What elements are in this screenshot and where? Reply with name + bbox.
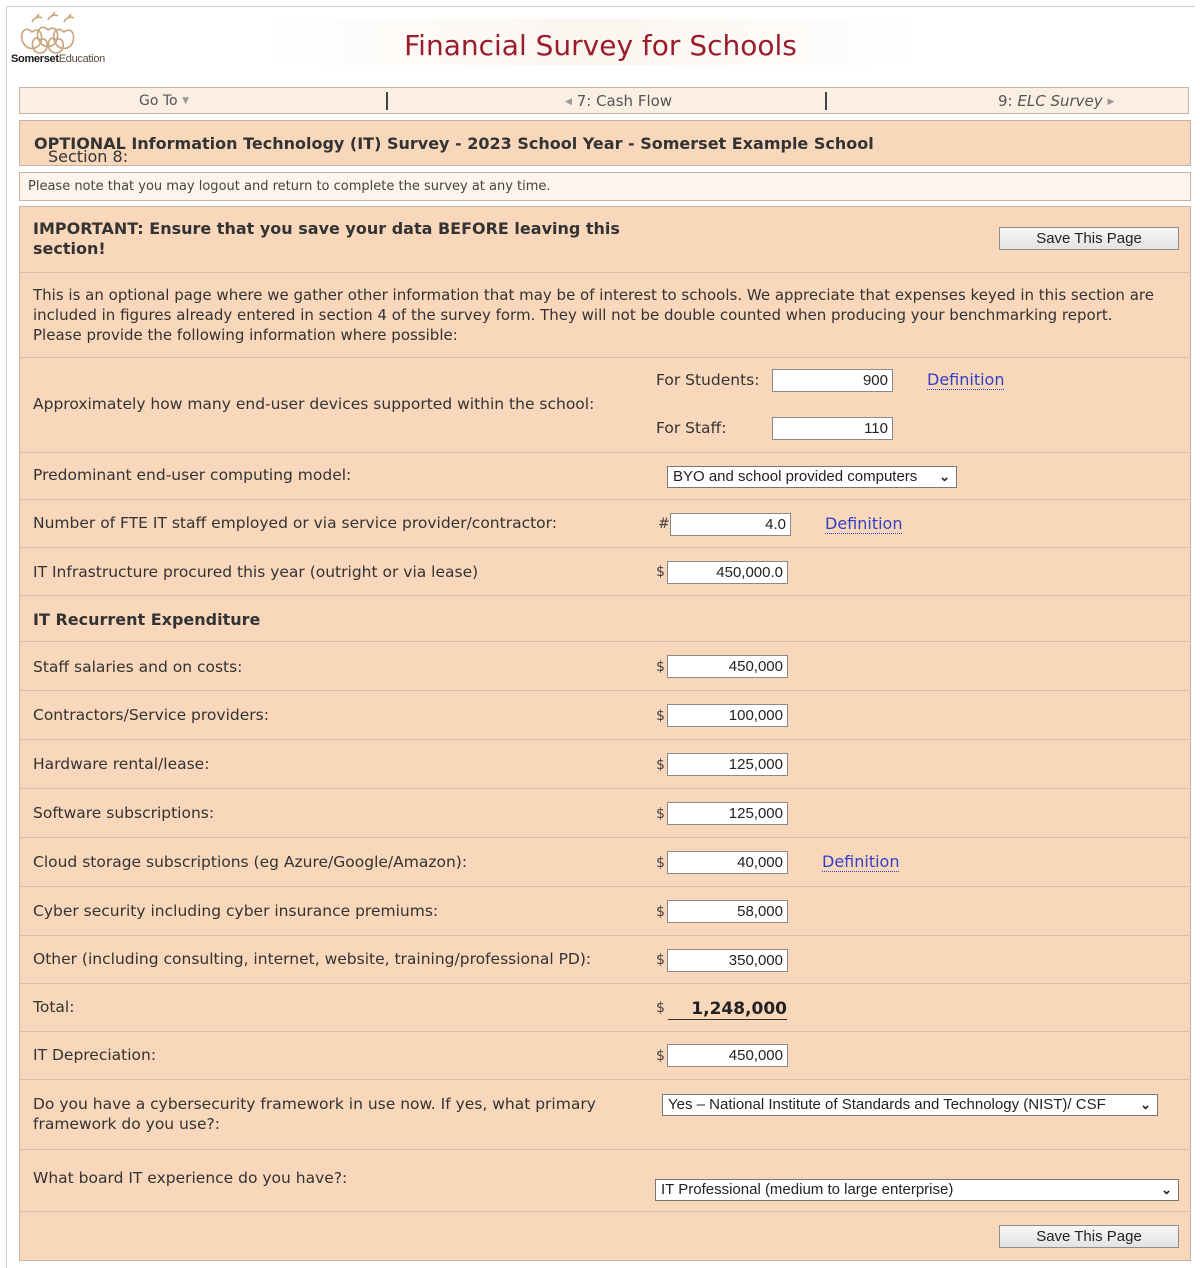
students-label: For Students: [656, 371, 760, 389]
right-arrow-icon: ▶ [1107, 97, 1115, 107]
important-notice: IMPORTANT: Ensure that you save your dat… [33, 219, 620, 258]
logout-note: Please note that you may logout and retu… [19, 172, 1191, 201]
row-divider [19, 272, 1191, 273]
software-subscriptions-input[interactable]: 125,000 [667, 802, 788, 825]
staff-salaries-input[interactable]: 450,000 [667, 655, 788, 678]
cyber-security-input[interactable]: 58,000 [667, 900, 788, 923]
dollar-prefix: $ [656, 708, 665, 724]
prev-section-link[interactable]: ◀ 7: Cash Flow [565, 92, 672, 110]
infrastructure-label: IT Infrastructure procured this year (ou… [33, 563, 479, 581]
left-arrow-icon: ◀ [565, 97, 572, 107]
row-divider [19, 499, 1191, 500]
nav-divider [825, 92, 827, 110]
fte-label: Number of FTE IT staff employed or via s… [33, 514, 557, 532]
save-button-bottom[interactable]: Save This Page [999, 1225, 1179, 1248]
goto-menu[interactable]: Go To ▼ [139, 93, 189, 109]
expense-label: Software subscriptions: [33, 804, 215, 822]
row-divider [19, 1211, 1191, 1212]
depreciation-label: IT Depreciation: [33, 1046, 157, 1064]
row-divider [19, 983, 1191, 984]
chevron-down-icon: ⌄ [939, 469, 950, 484]
infrastructure-input[interactable]: 450,000.0 [667, 561, 788, 584]
cloud-definition-link[interactable]: Definition [822, 853, 900, 872]
row-divider [19, 739, 1191, 740]
contractors-input[interactable]: 100,000 [667, 704, 788, 727]
framework-select[interactable]: Yes – National Institute of Standards an… [662, 1094, 1158, 1116]
hash-prefix: # [658, 516, 670, 532]
nav-divider [386, 92, 388, 110]
expense-label: Other (including consulting, internet, w… [33, 950, 592, 968]
next-section-link[interactable]: 9: ELC Survey ▶ [998, 92, 1114, 110]
board-label: What board IT experience do you have?: [33, 1169, 348, 1187]
section-prefix: Section 8: [48, 147, 129, 166]
dollar-prefix: $ [656, 1048, 665, 1064]
total-label: Total: [33, 998, 75, 1016]
chevron-down-icon: ⌄ [1140, 1097, 1151, 1112]
dollar-prefix: $ [656, 904, 665, 920]
row-divider [19, 1149, 1191, 1150]
expense-label: Cyber security including cyber insurance… [33, 902, 439, 920]
row-divider [19, 641, 1191, 642]
fte-definition-link[interactable]: Definition [825, 515, 903, 534]
expense-label: Contractors/Service providers: [33, 706, 269, 724]
staff-label: For Staff: [656, 419, 727, 437]
cloud-storage-input[interactable]: 40,000 [667, 851, 788, 874]
dropdown-arrow-icon: ▼ [182, 96, 189, 106]
dollar-prefix: $ [656, 952, 665, 968]
row-divider [19, 935, 1191, 936]
dollar-prefix: $ [656, 855, 665, 871]
students-devices-input[interactable]: 900 [772, 369, 893, 392]
board-experience-select[interactable]: IT Professional (medium to large enterpr… [655, 1179, 1179, 1201]
row-divider [19, 595, 1191, 596]
expense-label: Hardware rental/lease: [33, 755, 210, 773]
row-divider [19, 357, 1191, 358]
dollar-prefix: $ [656, 1000, 665, 1016]
row-divider [19, 886, 1191, 887]
dollar-prefix: $ [656, 659, 665, 675]
row-divider [19, 837, 1191, 838]
header: SomersetEducation Financial Survey for S… [7, 7, 1194, 71]
devices-label: Approximately how many end-user devices … [33, 395, 595, 413]
other-expenses-input[interactable]: 350,000 [667, 949, 788, 972]
total-value: 1,248,000 [668, 999, 787, 1020]
expense-label: Cloud storage subscriptions (eg Azure/Go… [33, 853, 468, 871]
expense-label: Staff salaries and on costs: [33, 658, 243, 676]
computing-model-select[interactable]: BYO and school provided computers ⌄ [667, 466, 957, 488]
section-title: OPTIONAL Information Technology (IT) Sur… [34, 134, 874, 153]
row-divider [19, 788, 1191, 789]
row-divider [19, 1031, 1191, 1032]
fte-input[interactable]: 4.0 [670, 513, 791, 536]
hardware-lease-input[interactable]: 125,000 [667, 753, 788, 776]
chevron-down-icon: ⌄ [1161, 1182, 1172, 1197]
dollar-prefix: $ [656, 806, 665, 822]
computing-model-label: Predominant end-user computing model: [33, 466, 352, 484]
row-divider [19, 690, 1191, 691]
page-title: Financial Survey for Schools [404, 29, 797, 62]
section-header: Section 8: OPTIONAL Information Technolo… [19, 120, 1191, 166]
devices-definition-link[interactable]: Definition [927, 371, 1005, 390]
section-nav-bar: Go To ▼ ◀ 7: Cash Flow 9: ELC Survey ▶ [19, 87, 1189, 114]
framework-label: Do you have a cybersecurity framework in… [33, 1095, 596, 1133]
dollar-prefix: $ [656, 757, 665, 773]
recurrent-heading: IT Recurrent Expenditure [33, 610, 261, 629]
save-button-top[interactable]: Save This Page [999, 227, 1179, 250]
row-divider [19, 1079, 1191, 1080]
depreciation-input[interactable]: 450,000 [667, 1044, 788, 1067]
row-divider [19, 452, 1191, 453]
dollar-prefix: $ [656, 564, 665, 580]
intro-paragraph: This is an optional page where we gather… [33, 286, 1154, 344]
row-divider [19, 547, 1191, 548]
staff-devices-input[interactable]: 110 [772, 417, 893, 440]
